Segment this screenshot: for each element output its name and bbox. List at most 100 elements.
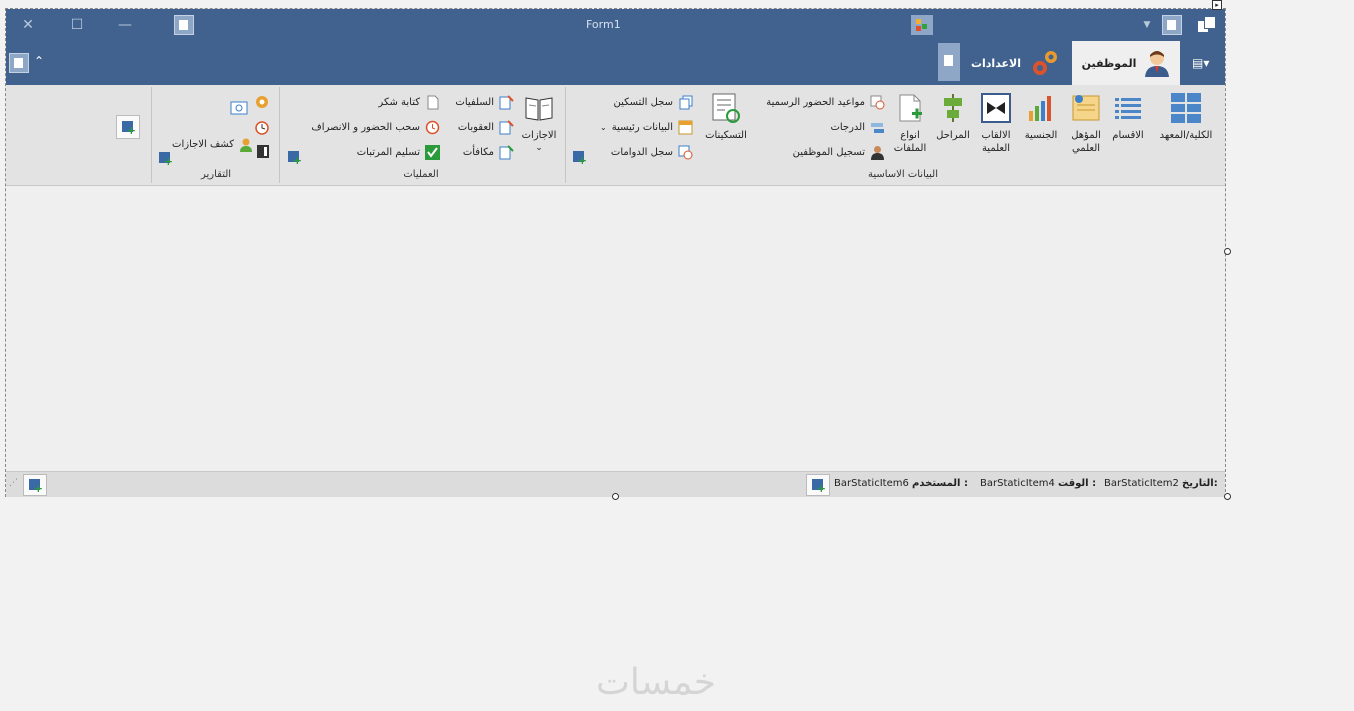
user-money-icon [240, 138, 252, 152]
user-icon [871, 145, 884, 160]
add-group-button[interactable] [116, 115, 140, 139]
application-menu-icon[interactable]: ▤▾ [1192, 56, 1209, 70]
close-icon[interactable]: ✕ [19, 16, 37, 34]
shifts-log-button[interactable]: سجل الدوامات [611, 143, 693, 161]
user-value: BarStaticItem6 [834, 478, 909, 489]
salary-delivery-label: تسليم المرتبات [356, 146, 420, 158]
certificate-icon [1072, 95, 1100, 121]
leaves-button[interactable]: الاجازات ⌄ [516, 93, 562, 155]
attendance-pull-button[interactable]: سحب الحضور و الانصراف [311, 118, 440, 136]
grades-button[interactable]: الدرجات [830, 118, 885, 136]
rewards-label: مكافأت [462, 146, 494, 158]
table-icon [678, 120, 693, 134]
leaves-label: الاجازات [521, 130, 557, 141]
leave-report-label: كشف الاجازات [172, 138, 234, 150]
cash-icon[interactable] [230, 101, 248, 115]
date-value: BarStaticItem2 [1104, 478, 1179, 489]
shifts-log-label: سجل الدوامات [610, 146, 673, 158]
nationality-label: الجنسية [1024, 130, 1058, 141]
advances-label: السلفيات [455, 96, 494, 108]
leave-report-button[interactable]: كشف الاجازات [172, 135, 254, 153]
resize-handle[interactable] [1224, 493, 1231, 500]
master-data-dropdown[interactable]: البيانات رئيسية ⌄ [600, 118, 693, 136]
grades-label: الدرجات [830, 121, 865, 133]
money-settings-icon[interactable] [254, 94, 270, 110]
grid-icon [1171, 93, 1201, 123]
academic-titles-label: الالقاب العلمية [981, 130, 1011, 154]
register-employees-button[interactable]: تسجيل الموظفين [793, 143, 885, 161]
thank-letter-button[interactable]: كتابة شكر [378, 93, 440, 111]
assignments-button[interactable]: التسكينات [700, 93, 752, 142]
form-content-area [6, 186, 1225, 471]
size-grip-icon[interactable]: ⋰ [9, 478, 18, 488]
app-logo-icon[interactable] [1198, 16, 1216, 33]
add-page-icon[interactable] [9, 53, 29, 73]
tab-settings[interactable]: الاعدادات [966, 41, 1066, 85]
collapse-ribbon-icon[interactable]: ⌃ [34, 54, 44, 68]
advances-button[interactable]: السلفيات [455, 93, 514, 111]
academic-titles-button[interactable]: الالقاب العلمية [973, 93, 1019, 155]
chevron-down-icon: ⌄ [600, 122, 607, 132]
assignment-log-button[interactable]: سجل التسكين [613, 93, 693, 111]
status-add-icon [29, 479, 43, 495]
reports-group-add-icon[interactable] [159, 152, 173, 168]
nationality-button[interactable]: الجنسية [1018, 93, 1064, 142]
ribbon-options-icon[interactable] [911, 15, 933, 35]
resize-handle[interactable] [1224, 248, 1231, 255]
status-add-item-icon [812, 479, 826, 495]
edit-doc-icon [499, 119, 514, 134]
official-attendance-times-label: مواعيد الحضور الرسمية [766, 96, 865, 108]
basic-group-add-icon[interactable] [573, 151, 587, 167]
departments-button[interactable]: الاقسام [1105, 93, 1151, 142]
quick-access-dropdown-icon[interactable]: ▼ [1138, 16, 1156, 34]
time-label: الوقت : [1058, 478, 1097, 489]
status-add-button[interactable] [23, 474, 47, 496]
group-separator [279, 87, 280, 183]
bowtie-icon [981, 93, 1011, 123]
form-designer: ✕ ☐ — Form1 ▼ ⌃ الاعدادات الموظفين ▤▾ ال… [5, 8, 1226, 497]
file-types-button[interactable]: انواع الملفات [887, 93, 933, 155]
resize-handle[interactable] [612, 493, 619, 500]
ops-group-add-icon[interactable] [288, 151, 302, 167]
minimize-icon[interactable]: — [116, 16, 134, 34]
title-bar: ✕ ☐ — Form1 ▼ [6, 9, 1225, 41]
college-button[interactable]: الكلية/المعهد [1156, 93, 1216, 142]
bar-chart-icon [1029, 96, 1051, 121]
binder-icon[interactable] [256, 144, 270, 159]
operations-group-label: العمليات [403, 169, 439, 180]
salary-delivery-button[interactable]: تسليم المرتبات [357, 143, 440, 161]
stages-label: المراحل [936, 130, 970, 141]
group-separator [565, 87, 566, 183]
list-icon [1115, 98, 1141, 119]
group-separator [151, 87, 152, 183]
align-center-icon [944, 94, 962, 122]
qualification-button[interactable]: المؤهل العلمي [1063, 93, 1109, 155]
watermark-logo: خمسات [596, 662, 717, 703]
maximize-icon[interactable]: ☐ [68, 16, 86, 34]
employee-icon [1145, 51, 1170, 77]
tab-employees[interactable]: الموظفين [1072, 41, 1180, 85]
document-icon [427, 95, 439, 109]
smart-tag-icon[interactable]: ▸ [1212, 0, 1222, 10]
ribbon-tab-bar: ⌃ الاعدادات الموظفين ▤▾ [6, 41, 1225, 85]
official-attendance-times-button[interactable]: مواعيد الحضور الرسمية [766, 93, 885, 111]
status-add-item-button[interactable] [806, 474, 830, 496]
add-item-icon[interactable] [174, 15, 194, 35]
penalties-label: العقوبات [457, 121, 494, 133]
schedule-icon [870, 95, 885, 109]
tab-settings-label: الاعدادات [970, 56, 1022, 70]
basic-data-group-label: البيانات الاساسية [868, 169, 938, 180]
stages-button[interactable]: المراحل [930, 93, 976, 142]
add-quick-item-icon[interactable] [1162, 15, 1182, 35]
register-employees-label: تسجيل الموظفين [792, 146, 865, 158]
reports-group-label: التقارير [200, 169, 232, 180]
rewards-button[interactable]: مكافأت [463, 143, 514, 161]
copy-icon [679, 95, 693, 109]
stopwatch-icon[interactable] [254, 119, 270, 135]
clock-calendar-icon [678, 145, 693, 159]
add-group-icon [122, 121, 136, 137]
penalties-button[interactable]: العقوبات [458, 118, 514, 136]
chevron-down-icon: ⌄ [535, 143, 543, 153]
add-tab-icon[interactable] [938, 43, 960, 81]
clock-icon [425, 120, 440, 134]
